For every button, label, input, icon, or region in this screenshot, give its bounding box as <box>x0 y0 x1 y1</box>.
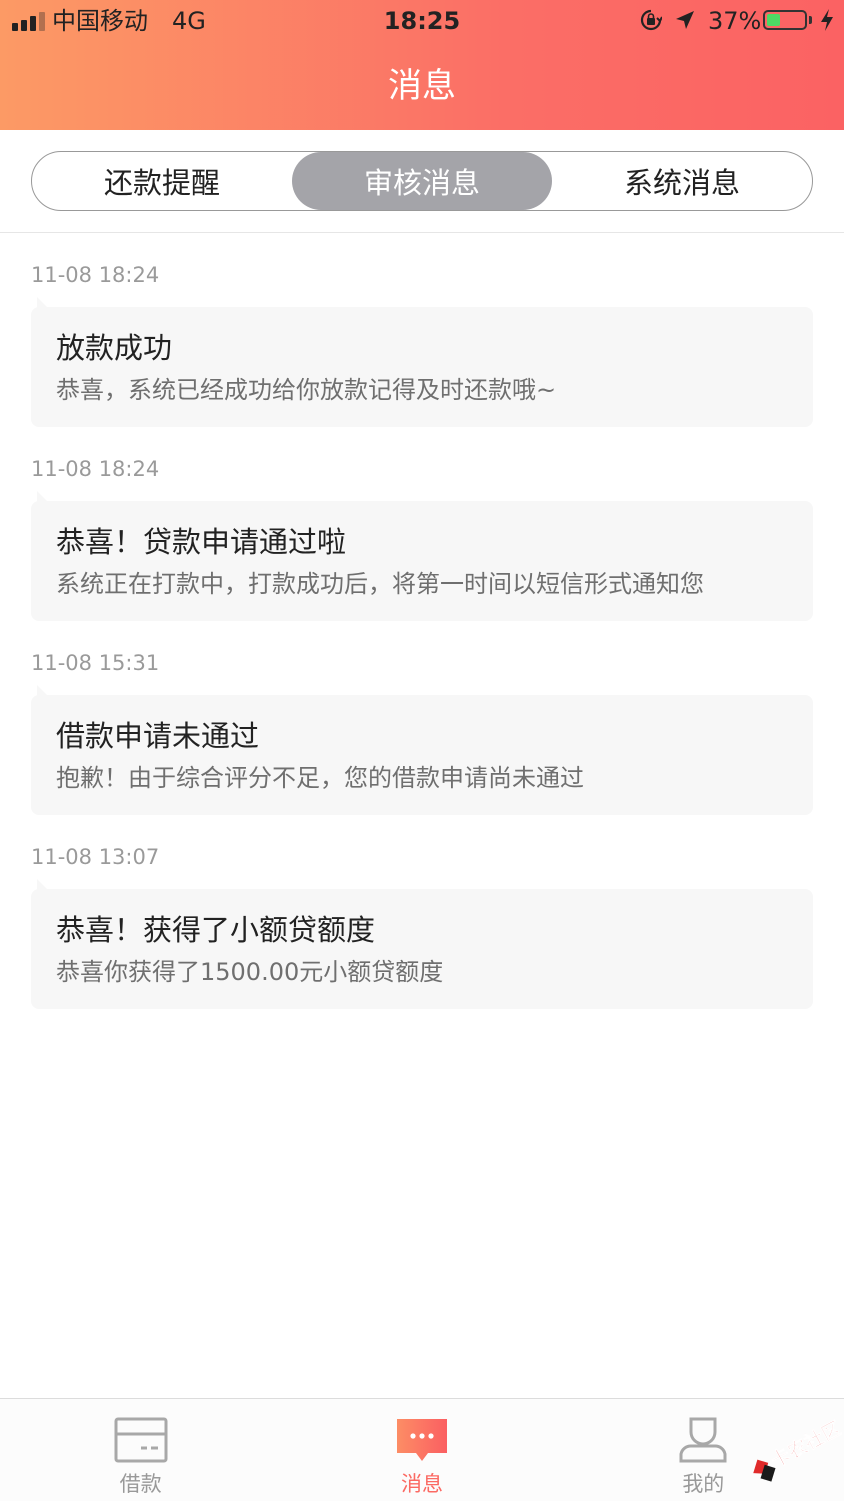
message-list: 11-08 18:24 放款成功 恭喜，系统已经成功给你放款记得及时还款哦~ 1… <box>0 233 844 1009</box>
status-bar: 中国移动 4G 18:25 37% <box>0 0 844 42</box>
battery-icon <box>763 10 807 30</box>
tab-repayment-reminder[interactable]: 还款提醒 <box>32 152 292 210</box>
tab-review-messages[interactable]: 审核消息 <box>292 152 552 210</box>
tab-label: 还款提醒 <box>103 166 220 200</box>
tabbar-label: 消息 <box>400 1472 443 1496</box>
message-title: 恭喜！贷款申请通过啦 <box>56 525 347 559</box>
message-body: 恭喜你获得了1500.00元小额贷额度 <box>56 958 444 986</box>
battery-fill <box>767 14 781 26</box>
battery-percent: 37% <box>708 7 762 35</box>
segmented-control: 还款提醒 审核消息 系统消息 <box>31 151 813 211</box>
bottom-tab-bar: 借款 消息 我的 <box>0 1398 844 1501</box>
message-item: 11-08 18:24 恭喜！贷款申请通过啦 系统正在打款中，打款成功后，将第一… <box>0 427 844 621</box>
message-item: 11-08 15:31 借款申请未通过 抱歉！由于综合评分不足，您的借款申请尚未… <box>0 621 844 815</box>
watermark-text: 卡农社区 <box>767 1417 842 1473</box>
message-body: 抱歉！由于综合评分不足，您的借款申请尚未通过 <box>56 764 584 792</box>
message-time: 11-08 18:24 <box>31 263 160 287</box>
page-title: 消息 <box>388 66 456 106</box>
message-item: 11-08 13:07 恭喜！获得了小额贷额度 恭喜你获得了1500.00元小额… <box>0 815 844 1009</box>
top-header: 中国移动 4G 18:25 37% 消息 <box>0 0 844 130</box>
orientation-lock-icon <box>640 9 662 31</box>
message-card[interactable]: 放款成功 恭喜，系统已经成功给你放款记得及时还款哦~ <box>31 297 813 427</box>
card-icon <box>114 1417 168 1463</box>
tab-system-messages[interactable]: 系统消息 <box>552 152 812 210</box>
tabbar-item-messages[interactable]: 消息 <box>281 1399 562 1501</box>
message-time: 11-08 18:24 <box>31 457 160 481</box>
segment-bar: 还款提醒 审核消息 系统消息 <box>0 130 844 233</box>
message-item: 11-08 18:24 放款成功 恭喜，系统已经成功给你放款记得及时还款哦~ <box>0 233 844 427</box>
tab-label: 系统消息 <box>623 166 740 200</box>
message-card[interactable]: 借款申请未通过 抱歉！由于综合评分不足，您的借款申请尚未通过 <box>31 685 813 815</box>
tabbar-label: 借款 <box>119 1472 162 1496</box>
message-card[interactable]: 恭喜！获得了小额贷额度 恭喜你获得了1500.00元小额贷额度 <box>31 879 813 1009</box>
battery-cap <box>809 16 812 24</box>
message-title: 借款申请未通过 <box>56 719 260 753</box>
person-icon <box>679 1417 727 1463</box>
message-time: 11-08 15:31 <box>31 651 160 675</box>
tabbar-item-loan[interactable]: 借款 <box>0 1399 281 1501</box>
chat-bubble-icon <box>396 1419 447 1461</box>
location-arrow-icon <box>676 11 694 29</box>
tab-label: 审核消息 <box>363 166 480 200</box>
message-body: 恭喜，系统已经成功给你放款记得及时还款哦~ <box>56 376 557 404</box>
message-body: 系统正在打款中，打款成功后，将第一时间以短信形式通知您 <box>56 570 704 598</box>
message-title: 放款成功 <box>56 331 173 365</box>
tabbar-label: 我的 <box>682 1472 725 1496</box>
charging-bolt-icon <box>821 9 833 31</box>
message-time: 11-08 13:07 <box>31 845 160 869</box>
message-title: 恭喜！获得了小额贷额度 <box>56 913 376 947</box>
kanong-logo-icon: 卡农社区 <box>753 1416 842 1482</box>
message-card[interactable]: 恭喜！贷款申请通过啦 系统正在打款中，打款成功后，将第一时间以短信形式通知您 <box>31 491 813 621</box>
